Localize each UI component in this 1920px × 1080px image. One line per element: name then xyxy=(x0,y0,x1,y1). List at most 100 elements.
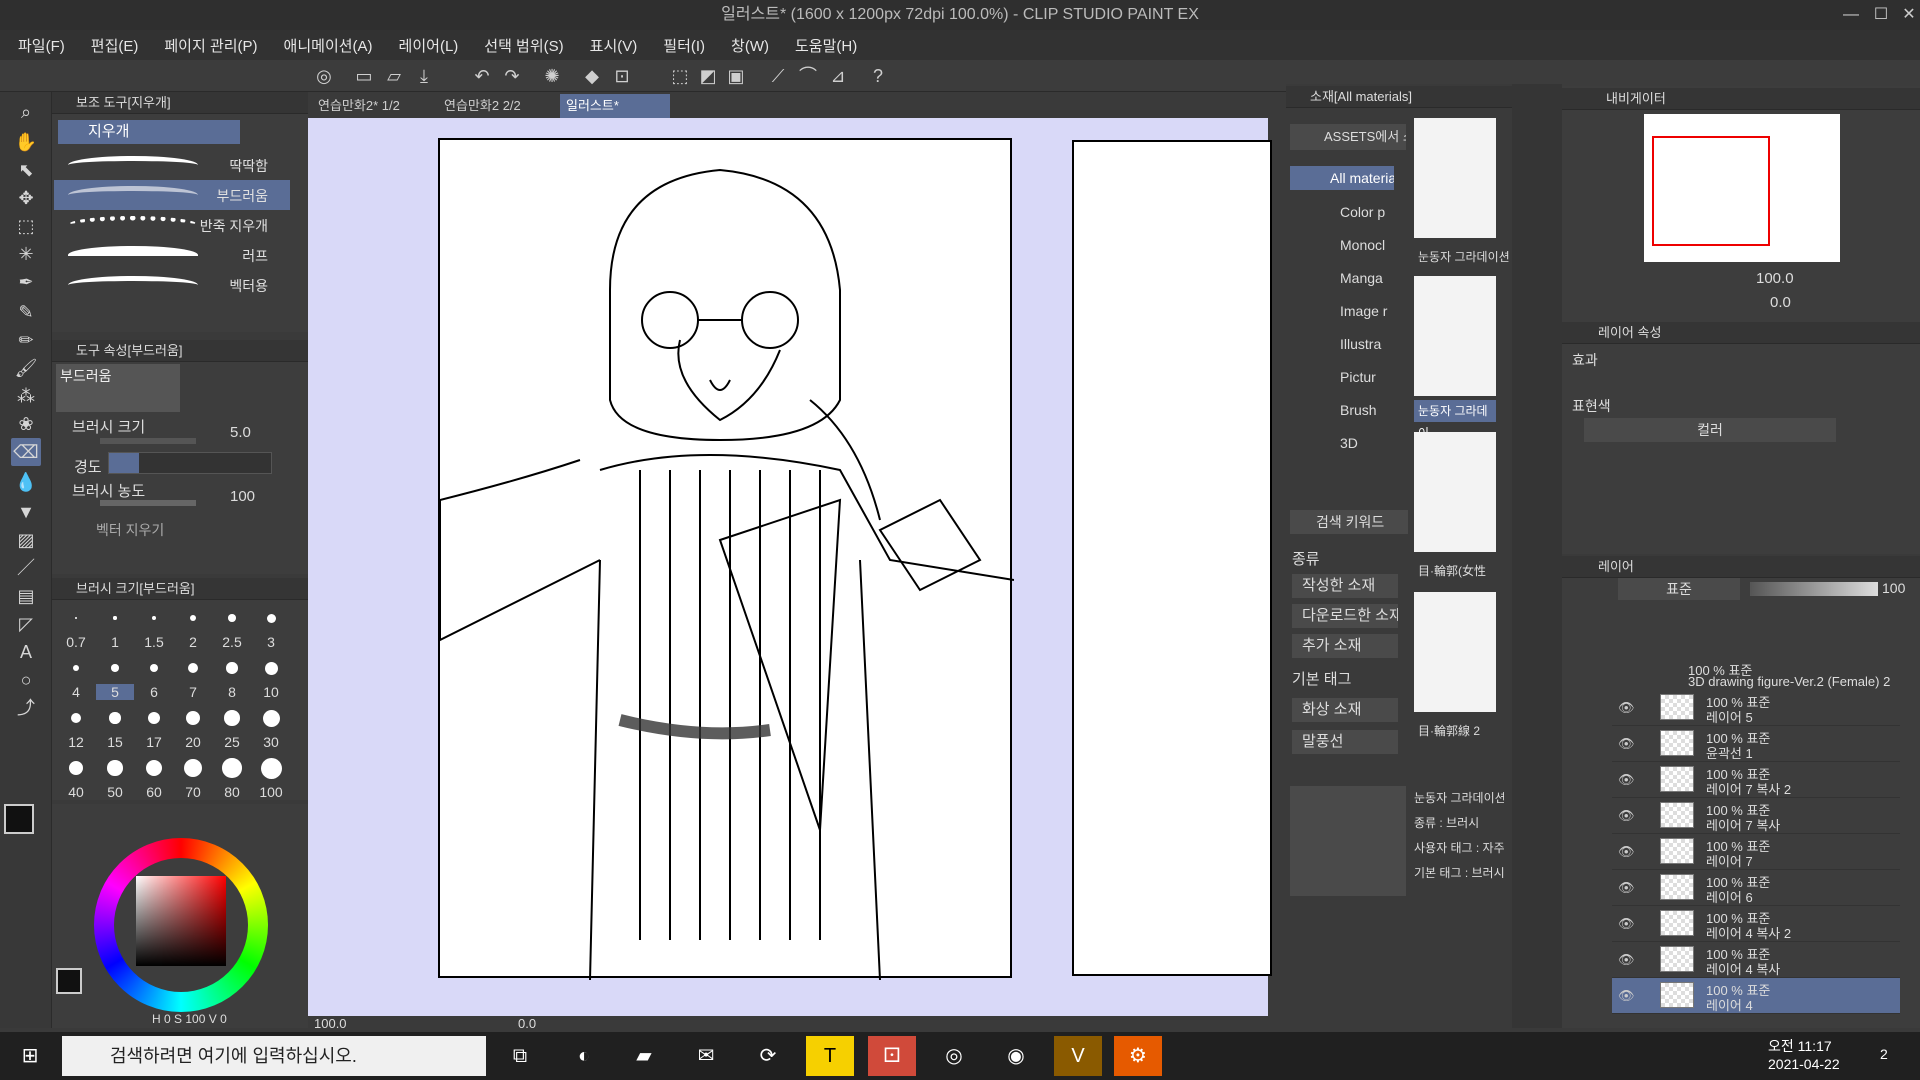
pencil-icon[interactable]: ✏ xyxy=(11,326,41,354)
move-icon[interactable]: ✥ xyxy=(11,184,41,212)
brush-size-dot[interactable] xyxy=(113,616,117,620)
brush-size-dot[interactable] xyxy=(183,758,203,778)
visibility-eye-icon[interactable]: 👁 xyxy=(1618,736,1635,752)
tree-all-materials[interactable]: All materials xyxy=(1290,166,1394,190)
layer-row[interactable]: 👁 100 % 표준 레이어 5 xyxy=(1612,690,1900,726)
ruler-icon[interactable]: ◸ xyxy=(11,610,41,638)
visibility-eye-icon[interactable]: 👁 xyxy=(1618,988,1635,1004)
clip-studio-icon[interactable]: ◎ xyxy=(312,64,336,88)
drawing-canvas[interactable] xyxy=(438,138,1015,981)
subtool-item[interactable]: 반죽 지우개 xyxy=(54,210,290,240)
material-search-input[interactable]: 검색 키워드 xyxy=(1290,510,1408,534)
clip-studio-paint-icon[interactable]: ◉ xyxy=(992,1036,1040,1076)
file-explorer-icon[interactable]: ▰ xyxy=(620,1036,668,1076)
subtool-item[interactable]: 러프 xyxy=(54,240,290,270)
operation-icon[interactable]: ⬉ xyxy=(11,156,41,184)
undo-icon[interactable]: ↶ xyxy=(470,64,494,88)
task-view-icon[interactable]: ⧉ xyxy=(496,1036,544,1076)
layer-row[interactable]: 👁 100 % 표준 레이어 4 복사 xyxy=(1612,942,1900,978)
app-v-icon[interactable]: V xyxy=(1054,1036,1102,1076)
correct-line-icon[interactable]: ⤴ xyxy=(11,694,41,722)
saturation-square[interactable] xyxy=(136,876,226,966)
brush-size-dot[interactable] xyxy=(71,713,81,723)
brush-size-dot[interactable] xyxy=(224,710,240,726)
visibility-eye-icon[interactable]: 👁 xyxy=(1618,700,1635,716)
transform-icon[interactable]: ⊡ xyxy=(610,64,634,88)
tree-item[interactable]: Illustra xyxy=(1340,336,1381,352)
minimize-icon[interactable]: — xyxy=(1836,0,1866,30)
zoom-icon[interactable]: ⌕ xyxy=(11,98,41,126)
pen-icon[interactable]: ✎ xyxy=(11,298,41,326)
brush-size-dot[interactable] xyxy=(109,712,121,724)
brush-size-dot[interactable] xyxy=(75,617,77,619)
taskbar-search-input[interactable]: 검색하려면 여기에 입력하십시오. xyxy=(62,1036,486,1076)
tree-item[interactable]: Image r xyxy=(1340,303,1387,319)
selection-off-icon[interactable]: ⬚ xyxy=(668,64,692,88)
frame-icon[interactable]: ▤ xyxy=(11,582,41,610)
open-file-icon[interactable]: ▱ xyxy=(382,64,406,88)
menu-filter[interactable]: 필터(I) xyxy=(663,35,705,56)
kind-downloaded[interactable]: 다운로드한 소재 xyxy=(1292,604,1398,628)
tab-layer-property[interactable]: 레이어 속성 xyxy=(1598,325,1661,340)
hand-icon[interactable]: ✋ xyxy=(11,128,41,156)
visibility-eye-icon[interactable]: 👁 xyxy=(1618,772,1635,788)
brush-size-value[interactable]: 5.0 xyxy=(230,424,251,441)
menu-edit[interactable]: 편집(E) xyxy=(91,35,139,56)
steam-icon[interactable]: ⚙ xyxy=(1114,1036,1162,1076)
brush-size-dot[interactable] xyxy=(264,661,278,675)
menu-file[interactable]: 파일(F) xyxy=(18,35,65,56)
tab-illust[interactable]: 일러스트* xyxy=(560,94,670,118)
clock-time[interactable]: 오전 11:17 xyxy=(1768,1036,1832,1056)
navigator-preview[interactable] xyxy=(1644,114,1840,262)
text-icon[interactable]: A xyxy=(11,638,41,666)
kind-created[interactable]: 작성한 소재 xyxy=(1292,574,1398,598)
brush-icon[interactable]: 🖌 xyxy=(11,354,41,382)
subtool-item[interactable]: 딱딱함 xyxy=(54,150,290,180)
tag-image[interactable]: 화상 소재 xyxy=(1292,698,1398,722)
balloon-icon[interactable]: ○ xyxy=(11,666,41,694)
brush-size-dot[interactable] xyxy=(266,613,276,623)
density-value[interactable]: 100 xyxy=(230,488,255,505)
layer-row[interactable]: 👁 100 % 표준 레이어 4 복사 2 xyxy=(1612,906,1900,942)
brush-size-dot[interactable] xyxy=(69,761,83,775)
special-ruler-icon[interactable]: ⌒ xyxy=(796,64,820,88)
figure-icon[interactable]: ／ xyxy=(11,554,41,582)
mail-icon[interactable]: ✉ xyxy=(682,1036,730,1076)
blend-icon[interactable]: 💧 xyxy=(11,468,41,496)
save-icon[interactable]: ⤓ xyxy=(412,64,436,88)
navigator-zoom[interactable]: 100.0 xyxy=(1756,270,1794,287)
visibility-eye-icon[interactable]: 👁 xyxy=(1618,880,1635,896)
new-file-icon[interactable]: ▭ xyxy=(352,64,376,88)
opacity-value[interactable]: 100 xyxy=(1882,580,1905,596)
menu-layer[interactable]: 레이어(L) xyxy=(399,35,459,56)
gradient-icon[interactable]: ▨ xyxy=(11,526,41,554)
ruler-snap-icon[interactable]: ⟋ xyxy=(766,64,790,88)
eraser-icon[interactable]: ⌫ xyxy=(11,438,41,466)
brush-size-dot[interactable] xyxy=(228,614,236,622)
menu-window[interactable]: 창(W) xyxy=(731,35,769,56)
maximize-icon[interactable]: ☐ xyxy=(1866,0,1896,30)
brush-size-dot[interactable] xyxy=(262,709,280,727)
main-color-swatch[interactable] xyxy=(4,804,34,834)
magic-wand-icon[interactable]: ✳ xyxy=(11,240,41,268)
clock-date[interactable]: 2021-04-22 xyxy=(1768,1056,1840,1072)
menu-page[interactable]: 페이지 관리(P) xyxy=(164,35,257,56)
subtool-item[interactable]: 벡터용 xyxy=(54,270,290,300)
clip-studio-app-icon[interactable]: ◎ xyxy=(930,1036,978,1076)
kakaotalk-icon[interactable]: T xyxy=(806,1036,854,1076)
brush-size-dot[interactable] xyxy=(185,710,201,726)
tag-balloon[interactable]: 말풍선 xyxy=(1292,730,1398,754)
assets-button[interactable]: ASSETS에서 소재 찾기 xyxy=(1290,124,1406,150)
layer-row[interactable]: 👁 100 % 표준 윤곽선 1 xyxy=(1612,726,1900,762)
menu-selection[interactable]: 선택 범위(S) xyxy=(484,35,563,56)
brush-size-slider[interactable] xyxy=(100,438,196,444)
express-color-select[interactable]: 컬러 xyxy=(1584,418,1836,442)
visibility-eye-icon[interactable]: 👁 xyxy=(1618,916,1635,932)
layer-row[interactable]: 👁 100 % 표준 레이어 7 xyxy=(1612,834,1900,870)
airbrush-icon[interactable]: ⁂ xyxy=(11,382,41,410)
color-main-swatch[interactable] xyxy=(56,968,82,994)
show-selection-icon[interactable]: ▣ xyxy=(724,64,748,88)
brush-size-dot[interactable] xyxy=(226,662,238,674)
close-icon[interactable]: ✕ xyxy=(1894,0,1920,30)
windows-start-icon[interactable]: ⊞ xyxy=(6,1036,54,1076)
